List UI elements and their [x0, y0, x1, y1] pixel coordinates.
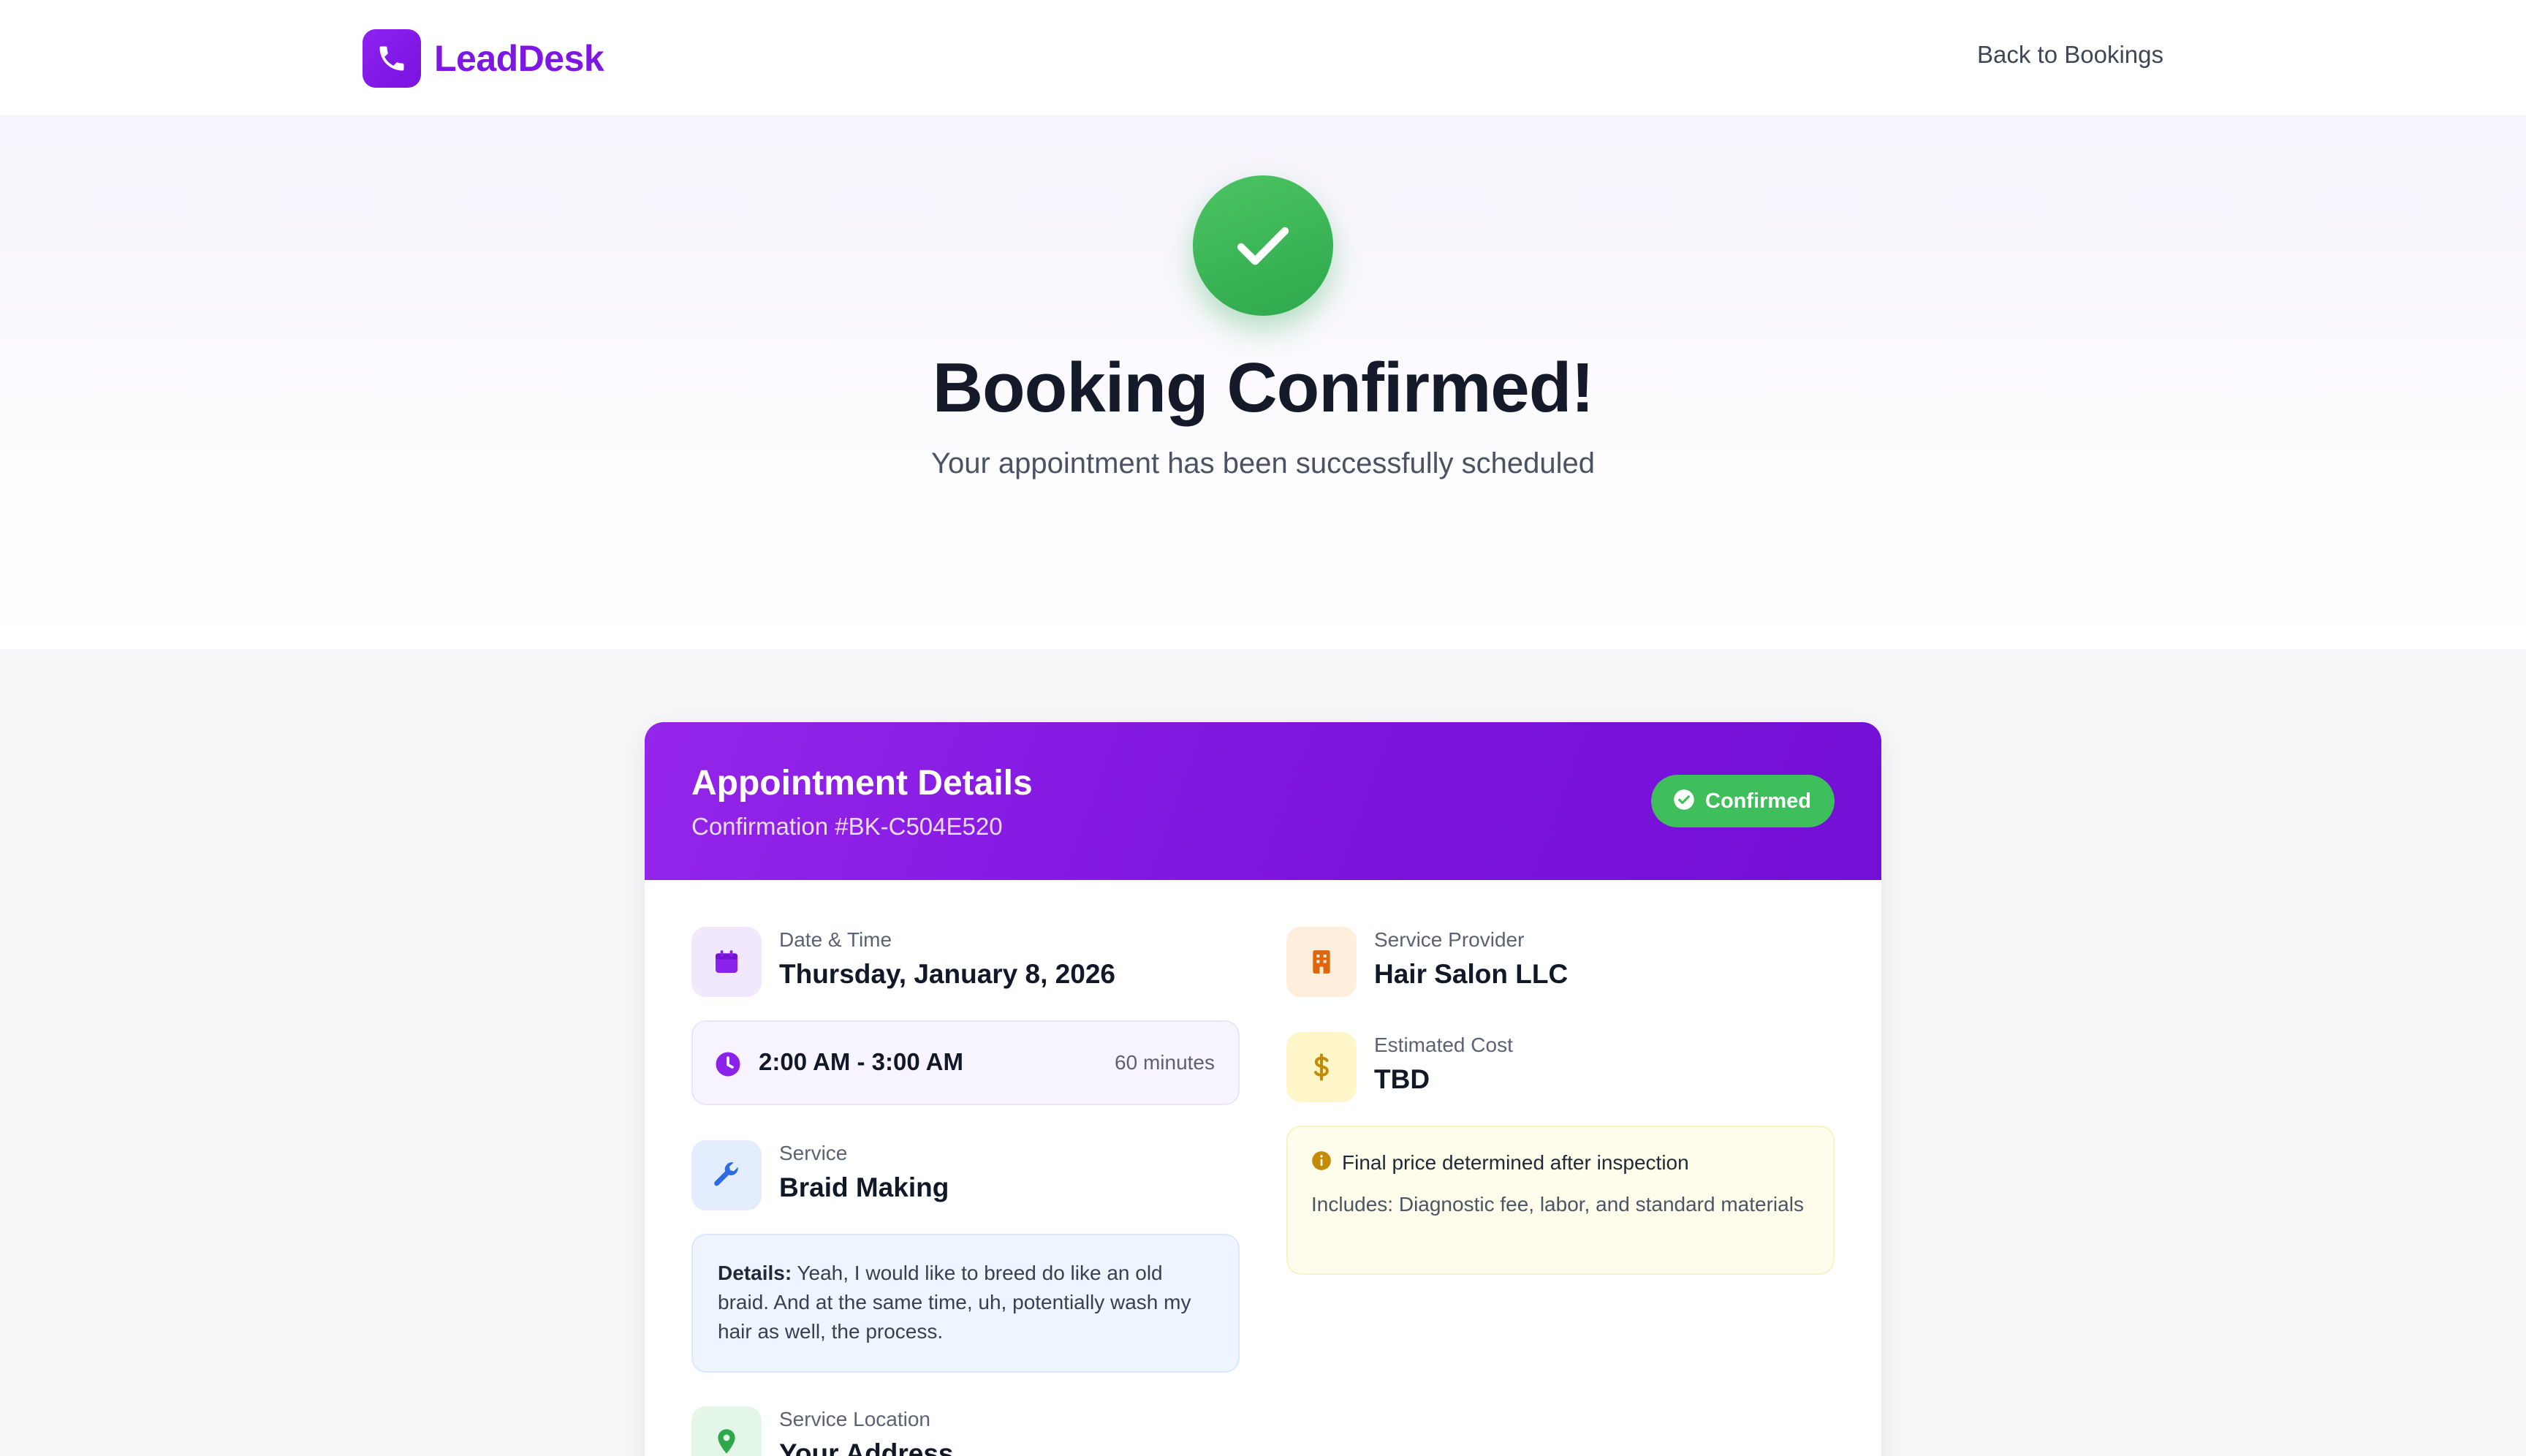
- provider-label: Service Provider: [1374, 928, 1525, 951]
- dollar-icon: [1286, 1032, 1357, 1102]
- provider-value: Hair Salon LLC: [1374, 959, 1569, 989]
- date-time-label: Date & Time: [779, 928, 892, 951]
- card-title: Appointment Details: [691, 764, 1033, 803]
- calendar-icon: [691, 927, 762, 997]
- page-subtitle: Your appointment has been successfully s…: [930, 447, 1595, 479]
- brand-name: LeadDesk: [434, 38, 604, 79]
- brand-logo[interactable]: LeadDesk: [363, 29, 604, 88]
- check-circle-icon: [1673, 789, 1695, 814]
- back-to-bookings-link[interactable]: Back to Bookings: [1977, 41, 2163, 69]
- wrench-icon: [691, 1140, 762, 1210]
- info-icon: [1311, 1150, 1332, 1175]
- building-icon: [1286, 927, 1357, 997]
- confirmation-hero: Booking Confirmed! Your appointment has …: [0, 115, 2526, 649]
- cost-label: Estimated Cost: [1374, 1034, 1513, 1056]
- time-slot-box: 2:00 AM - 3:00 AM 60 minutes: [691, 1020, 1240, 1105]
- price-note-body: Includes: Diagnostic fee, labor, and sta…: [1311, 1193, 1804, 1216]
- service-value: Braid Making: [779, 1172, 949, 1202]
- service-label: Service: [779, 1142, 848, 1164]
- confirmation-number: Confirmation #BK-C504E520: [691, 813, 1003, 840]
- price-note-header: Final price determined after inspection: [1311, 1150, 1689, 1175]
- duration: 60 minutes: [1115, 1051, 1215, 1074]
- service-details-box: Details: Yeah, I would like to breed do …: [691, 1234, 1240, 1373]
- cost-value: TBD: [1374, 1064, 1430, 1094]
- details-label: Details:: [718, 1262, 792, 1284]
- clock-icon: [715, 1051, 741, 1081]
- time-range: 2:00 AM - 3:00 AM: [759, 1048, 963, 1075]
- phone-icon: [363, 29, 421, 88]
- status-badge-label: Confirmed: [1705, 789, 1811, 813]
- top-navigation-bar: LeadDesk Back to Bookings: [0, 0, 2526, 115]
- card-header: Appointment Details Confirmation #BK-C50…: [645, 722, 1881, 880]
- checkmark-icon: [1193, 175, 1333, 316]
- appointment-details-card: Appointment Details Confirmation #BK-C50…: [645, 722, 1881, 1456]
- location-label: Service Location: [779, 1408, 931, 1430]
- location-value: Your Address: [779, 1438, 954, 1456]
- date-value: Thursday, January 8, 2026: [779, 959, 1115, 989]
- price-note-title: Final price determined after inspection: [1342, 1150, 1689, 1174]
- page-title: Booking Confirmed!: [932, 349, 1595, 427]
- status-badge: Confirmed: [1651, 775, 1835, 827]
- map-pin-icon: [691, 1406, 762, 1456]
- price-note-box: Final price determined after inspection …: [1286, 1126, 1835, 1275]
